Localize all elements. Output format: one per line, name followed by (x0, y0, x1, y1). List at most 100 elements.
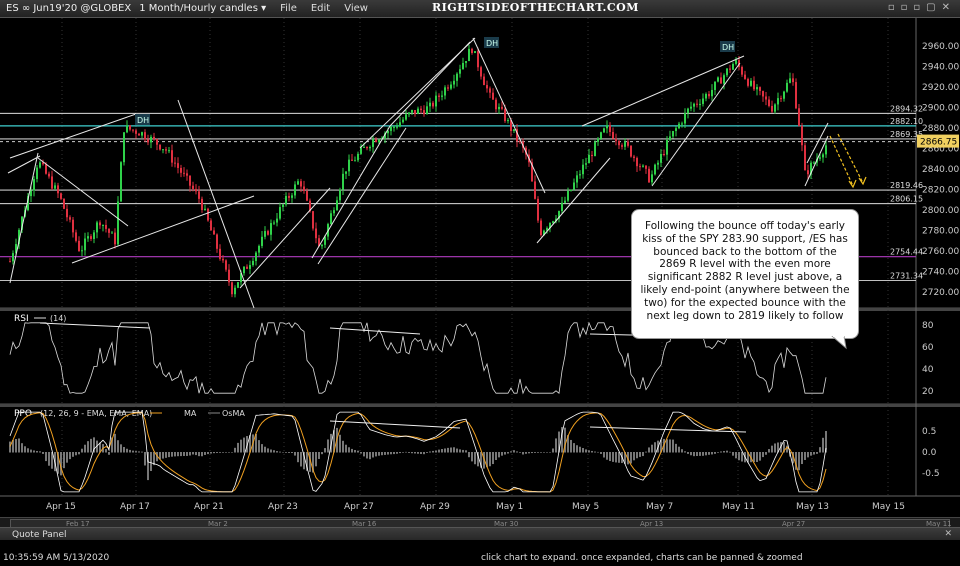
candle-body (66, 208, 68, 218)
price-tick: 2740.00 (922, 268, 959, 278)
rsi-tick: 20 (922, 387, 934, 397)
candle-body (294, 184, 296, 196)
candle-body (405, 114, 407, 120)
candle-body (747, 78, 749, 86)
candle-body (534, 181, 536, 199)
candle-body (591, 154, 593, 157)
osma-bar (225, 452, 227, 453)
status-hint: click chart to expand. once expanded, ch… (481, 553, 803, 563)
candle-body (618, 141, 620, 146)
x-tick-label: Apr 23 (268, 502, 298, 512)
osma-bar (600, 452, 602, 454)
osma-bar (354, 449, 356, 453)
osma-bar (201, 452, 203, 457)
x-tick-label: May 15 (872, 502, 905, 512)
quote-panel-bar[interactable]: Quote Panel ✕ (0, 527, 960, 541)
osma-bar (702, 452, 704, 456)
osma-bar (669, 439, 671, 453)
candle-body (372, 139, 374, 147)
candle-body (594, 141, 596, 157)
osma-bar (573, 443, 575, 453)
candle-body (606, 125, 608, 129)
candle-body (321, 244, 323, 247)
candle-body (207, 208, 209, 221)
candle-body (204, 208, 206, 210)
osma-bar (819, 447, 821, 453)
osma-bar (195, 452, 197, 456)
candle-body (468, 48, 470, 62)
quote-panel-label[interactable]: Quote Panel (12, 530, 67, 540)
candle-body (186, 173, 188, 176)
x-tick-label: Apr 15 (46, 502, 76, 512)
candle-body (336, 200, 338, 211)
candle-body (804, 145, 806, 171)
osma-bar (714, 452, 716, 454)
annotation-callout: Following the bounce off today's early k… (631, 209, 859, 339)
timeframe-dropdown[interactable]: 1 Month/Hourly candles ▾ (139, 3, 266, 14)
osma-bar (732, 452, 734, 456)
candle-body (117, 201, 119, 245)
candle-body (654, 164, 656, 175)
osma-bar (447, 447, 449, 453)
candle-body (708, 93, 710, 97)
candle-body (99, 222, 101, 226)
osma-bar (138, 451, 140, 453)
osma-bar (510, 451, 512, 453)
osma-bar (693, 452, 695, 457)
ppo-tick: 0.5 (922, 427, 936, 437)
x-tick-label: May 11 (722, 502, 755, 512)
window-controls[interactable]: ▫▫▫▢✕ (888, 2, 956, 13)
candle-body (507, 120, 509, 122)
candle-body (453, 80, 455, 85)
rsi-tick: 80 (922, 321, 934, 331)
callout-tail (831, 336, 847, 350)
candle-body (459, 69, 461, 74)
osma-bar (144, 452, 146, 466)
candle-body (312, 211, 314, 229)
candle-body (438, 95, 440, 97)
price-tick: 2760.00 (922, 247, 959, 257)
candle-body (435, 95, 437, 107)
menu-edit[interactable]: Edit (311, 3, 330, 14)
rsi-tick: 40 (922, 365, 934, 375)
osma-bar (363, 452, 365, 457)
candle-body (90, 236, 92, 239)
close-icon[interactable]: ✕ (944, 529, 952, 539)
osma-bar (408, 452, 410, 453)
osma-bar (258, 440, 260, 453)
candle-body (96, 222, 98, 233)
osma-bar (531, 452, 533, 454)
menu-view[interactable]: View (344, 3, 368, 14)
osma-bar (645, 451, 647, 453)
osma-bar (90, 438, 92, 453)
osma-bar (237, 442, 239, 453)
candle-body (744, 74, 746, 79)
x-tick-label: Apr 29 (420, 502, 450, 512)
osma-bar (597, 451, 599, 453)
candle-body (624, 141, 626, 147)
candle-body (393, 126, 395, 128)
osma-bar (762, 452, 764, 458)
osma-bar (576, 445, 578, 453)
osma-bar (444, 448, 446, 453)
symbol-title[interactable]: ES ∞ Jun19'20 @GLOBEX (6, 3, 131, 14)
candle-body (279, 207, 281, 219)
candle-body (51, 176, 53, 189)
osma-bar (708, 452, 710, 455)
osma-bar (210, 452, 212, 454)
candle-body (315, 228, 317, 239)
osma-bar (381, 452, 383, 456)
candle-body (183, 172, 185, 174)
osma-bar (585, 449, 587, 453)
candle-body (759, 87, 761, 91)
osma-bar (759, 452, 761, 461)
candle-body (648, 168, 650, 183)
osma-bar (192, 452, 194, 455)
osma-bar (723, 450, 725, 453)
candle-body (615, 138, 617, 142)
candle-body (825, 145, 827, 155)
candle-body (663, 153, 665, 155)
menu-file[interactable]: File (280, 3, 297, 14)
candle-body (201, 198, 203, 210)
candle-body (753, 80, 755, 90)
